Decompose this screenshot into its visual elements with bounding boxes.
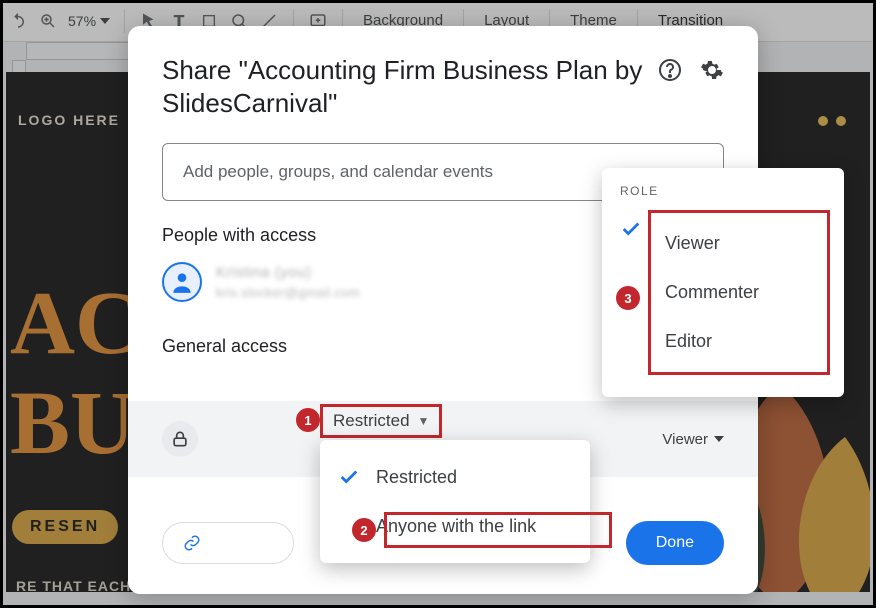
slide-logo-placeholder: LOGO HERE bbox=[18, 112, 120, 128]
gear-icon[interactable] bbox=[700, 58, 724, 82]
undo-icon[interactable] bbox=[8, 11, 28, 31]
access-selector[interactable]: Restricted ▼ bbox=[320, 404, 442, 438]
owner-email: kris.slocker@gmail.com bbox=[216, 285, 360, 300]
done-button[interactable]: Done bbox=[626, 521, 724, 565]
chevron-down-icon bbox=[100, 18, 110, 24]
access-option-restricted[interactable]: Restricted bbox=[320, 452, 590, 502]
role-option-viewer[interactable]: Viewer bbox=[659, 219, 819, 268]
chevron-down-icon: ▼ bbox=[418, 414, 430, 428]
callout-2: 2 bbox=[352, 518, 376, 542]
callout-1: 1 bbox=[296, 408, 320, 432]
zoom-icon[interactable] bbox=[38, 11, 58, 31]
lock-icon bbox=[162, 421, 198, 457]
role-option-commenter[interactable]: Commenter bbox=[659, 268, 819, 317]
owner-name: Kristina (you) bbox=[216, 264, 360, 281]
avatar bbox=[162, 262, 202, 302]
help-icon[interactable] bbox=[658, 58, 682, 82]
add-people-placeholder: Add people, groups, and calendar events bbox=[183, 162, 493, 182]
check-icon bbox=[338, 466, 360, 488]
zoom-level[interactable]: 57% bbox=[68, 13, 110, 29]
check-icon bbox=[620, 218, 642, 240]
callout-outline-3: Viewer Commenter Editor bbox=[648, 210, 830, 375]
link-icon bbox=[183, 534, 201, 552]
dialog-title: Share "Accounting Firm Business Plan by … bbox=[162, 54, 648, 119]
chevron-down-icon bbox=[714, 436, 724, 442]
copy-link-button[interactable]: Copy link bbox=[162, 522, 294, 564]
role-menu: ROLE Viewer Commenter Editor bbox=[602, 168, 844, 397]
callout-3: 3 bbox=[616, 286, 640, 310]
slide-pill-button: RESEN bbox=[12, 510, 118, 544]
slide-decor-dots bbox=[818, 116, 846, 126]
role-selector[interactable]: Viewer bbox=[662, 431, 724, 448]
access-menu: Restricted Anyone with the link bbox=[320, 440, 590, 563]
role-menu-heading: ROLE bbox=[602, 182, 844, 206]
role-option-editor[interactable]: Editor bbox=[659, 317, 819, 366]
